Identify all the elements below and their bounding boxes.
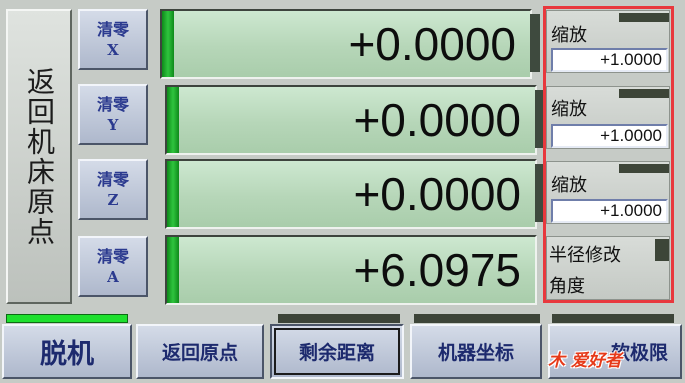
- zero-z-button[interactable]: 清零 Z: [78, 159, 148, 220]
- soft-limit-led: [552, 314, 674, 323]
- zero-z-label: 清零: [96, 169, 129, 189]
- z-axis-display-edge: [535, 164, 543, 222]
- zero-x-axis: X: [107, 40, 119, 59]
- y-axis-indicator: [167, 87, 179, 153]
- offline-led: [6, 314, 128, 323]
- zero-y-button[interactable]: 清零 Y: [78, 84, 148, 145]
- zero-y-axis: Y: [107, 115, 119, 134]
- x-axis-indicator: [162, 11, 174, 77]
- return-home-label: 返回原点: [161, 342, 238, 364]
- offline-button[interactable]: 脱机: [2, 324, 132, 379]
- a-axis-display[interactable]: +6.0975: [165, 235, 537, 305]
- zero-a-axis: A: [107, 267, 119, 286]
- x-axis-display-edge: [530, 14, 540, 72]
- y-axis-value: +0.0000: [353, 94, 521, 146]
- zero-a-label: 清零: [96, 246, 129, 266]
- a-axis-indicator: [167, 237, 179, 303]
- x-axis-display[interactable]: +0.0000: [160, 9, 532, 79]
- y-axis-display[interactable]: +0.0000: [165, 85, 537, 155]
- machine-coords-led: [414, 314, 540, 323]
- zero-z-axis: Z: [107, 190, 119, 209]
- z-axis-value: +0.0000: [353, 168, 521, 220]
- remaining-distance-label: 剩余距离: [298, 342, 375, 364]
- machine-coords-button[interactable]: 机器坐标: [410, 324, 542, 379]
- x-axis-value: +0.0000: [348, 18, 516, 70]
- z-axis-display[interactable]: +0.0000: [165, 159, 537, 229]
- scale-highlight-frame: [543, 6, 674, 303]
- remaining-distance-button[interactable]: 剩余距离: [270, 324, 404, 379]
- zero-x-button[interactable]: 清零 X: [78, 9, 148, 70]
- zero-a-button[interactable]: 清零 A: [78, 236, 148, 297]
- watermark-logo: 木 爱好者: [548, 351, 622, 371]
- return-machine-origin-label: 返回机床原点: [23, 66, 56, 247]
- remaining-led: [278, 314, 400, 323]
- return-home-button[interactable]: 返回原点: [136, 324, 264, 379]
- y-axis-display-edge: [535, 90, 543, 148]
- return-machine-origin-button[interactable]: 返回机床原点: [6, 9, 72, 304]
- machine-coords-label: 机器坐标: [437, 342, 514, 364]
- offline-label: 脱机: [40, 339, 94, 370]
- a-axis-value: +6.0975: [353, 244, 521, 296]
- zero-y-label: 清零: [96, 94, 129, 114]
- zero-x-label: 清零: [96, 19, 129, 39]
- z-axis-indicator: [167, 161, 179, 227]
